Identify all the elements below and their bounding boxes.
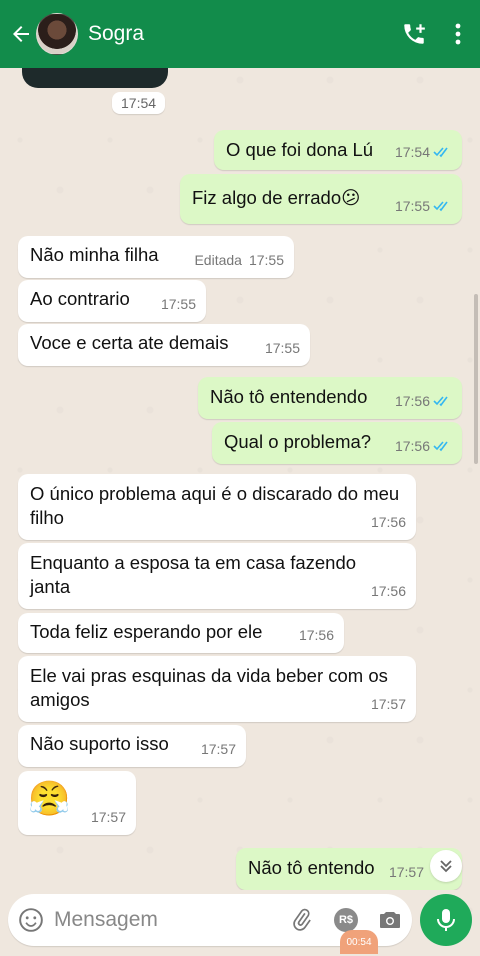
message-bubble-incoming[interactable]: 😤 17:57 xyxy=(18,771,136,835)
message-time: 17:55 xyxy=(264,340,300,356)
message-bubble-incoming[interactable]: Enquanto a esposa ta em casa fazendo jan… xyxy=(18,543,416,609)
message-text: Não tô entendendo xyxy=(210,386,368,407)
message-text: O que foi dona Lú xyxy=(226,139,374,160)
double-check-read-icon xyxy=(433,201,448,212)
double-check-read-icon xyxy=(433,147,448,158)
message-list[interactable]: 17:54 O que foi dona Lú 17:54 Fiz algo d… xyxy=(0,68,480,890)
message-time: 17:57 xyxy=(200,741,236,757)
message-text: Ao contrario xyxy=(30,288,130,309)
message-text: Qual o problema? xyxy=(224,431,372,452)
message-text: Não suporto isso xyxy=(30,733,169,754)
message-input[interactable]: Mensagem xyxy=(54,908,280,932)
message-bubble-outgoing[interactable]: O que foi dona Lú 17:54 xyxy=(214,130,462,170)
message-bubble-incoming[interactable]: Toda feliz esperando por ele 17:56 xyxy=(18,613,344,653)
message-time: 17:57 xyxy=(90,809,126,825)
message-bubble-outgoing[interactable]: Não tô entendo 17:57 xyxy=(236,848,462,890)
voice-message-button[interactable] xyxy=(420,894,472,946)
message-emoji: 😤 xyxy=(28,780,71,818)
edited-label: Editada xyxy=(194,252,242,268)
image-message-preview[interactable] xyxy=(22,68,168,88)
double-check-read-icon xyxy=(433,396,448,407)
scrollbar[interactable] xyxy=(474,294,478,464)
message-time: 17:55 xyxy=(248,252,284,268)
attach-icon[interactable] xyxy=(280,908,324,932)
message-bubble-incoming[interactable]: Ele vai pras esquinas da vida beber com … xyxy=(18,656,416,722)
currency-label: R$ xyxy=(334,908,358,932)
back-arrow-icon[interactable] xyxy=(6,22,36,46)
chat-header: Sogra xyxy=(0,0,480,68)
microphone-icon xyxy=(437,909,455,931)
contact-avatar[interactable] xyxy=(36,13,78,55)
contact-name[interactable]: Sogra xyxy=(88,22,392,46)
recording-indicator: 00:54 xyxy=(340,930,378,954)
emoji-icon[interactable] xyxy=(8,907,54,933)
double-check-read-icon xyxy=(433,441,448,452)
message-time: 17:54 xyxy=(394,144,430,160)
message-text: Ele vai pras esquinas da vida beber com … xyxy=(30,665,388,710)
message-bubble-outgoing[interactable]: Fiz algo de errado😕 17:55 xyxy=(180,174,462,224)
message-time: 17:55 xyxy=(394,198,430,214)
message-text: Voce e certa ate demais xyxy=(30,332,229,353)
camera-icon[interactable] xyxy=(368,909,412,931)
message-bubble-outgoing[interactable]: Não tô entendendo 17:56 xyxy=(198,377,462,419)
message-time: 17:56 xyxy=(298,627,334,643)
message-bubble-incoming[interactable]: Voce e certa ate demais 17:55 xyxy=(18,324,310,366)
message-text: Não tô entendo xyxy=(248,857,375,878)
double-chevron-down-icon xyxy=(440,860,452,873)
message-bubble-incoming[interactable]: Não suporto isso 17:57 xyxy=(18,725,246,767)
message-time: 17:56 xyxy=(370,583,406,599)
message-bubble-incoming[interactable]: Ao contrario 17:55 xyxy=(18,280,206,322)
message-text: Fiz algo de errado😕 xyxy=(192,187,361,208)
message-time: 17:56 xyxy=(394,438,430,454)
message-text: Toda feliz esperando por ele xyxy=(30,621,263,642)
more-options-icon[interactable] xyxy=(436,23,480,45)
payment-icon[interactable]: R$ xyxy=(324,908,368,932)
message-text: Não minha filha xyxy=(30,244,159,265)
message-bubble-incoming[interactable]: Não minha filha Editada 17:55 xyxy=(18,236,294,278)
message-text: O único problema aqui é o discarado do m… xyxy=(30,483,400,528)
message-text: Enquanto a esposa ta em casa fazendo jan… xyxy=(30,552,357,597)
message-time: 17:56 xyxy=(394,393,430,409)
message-bubble-incoming[interactable]: O único problema aqui é o discarado do m… xyxy=(18,474,416,540)
image-timestamp: 17:54 xyxy=(112,92,166,114)
message-time: 17:55 xyxy=(160,296,196,312)
message-time: 17:57 xyxy=(388,864,424,880)
message-time: 17:57 xyxy=(370,696,406,712)
message-bubble-outgoing[interactable]: Qual o problema? 17:56 xyxy=(212,422,462,464)
message-time: 17:56 xyxy=(370,514,406,530)
scroll-to-bottom-button[interactable] xyxy=(430,850,462,882)
add-call-icon[interactable] xyxy=(392,21,436,47)
